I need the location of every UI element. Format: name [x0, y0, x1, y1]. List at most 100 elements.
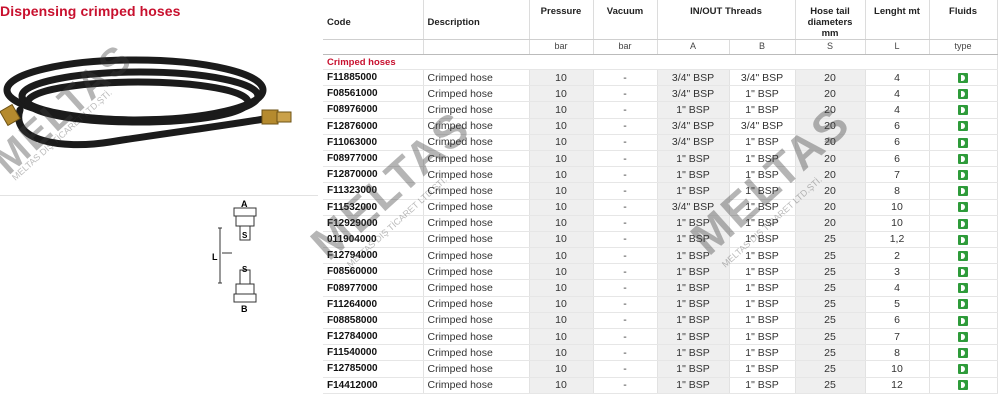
header-description: Description — [423, 0, 530, 40]
cell-fluid — [929, 101, 998, 119]
diesel-fluid-icon — [958, 153, 969, 164]
cell-thread-b: 1" BSP — [729, 360, 796, 378]
diesel-fluid-icon — [958, 380, 969, 391]
left-divider — [0, 195, 318, 196]
diagram-label-s-top: S — [242, 231, 248, 240]
cell-code: F11540000 — [323, 344, 424, 362]
cell-code: F08561000 — [323, 85, 424, 103]
cell-thread-b: 3/4" BSP — [729, 69, 796, 87]
cell-hose-tail: 20 — [795, 69, 866, 87]
cell-vacuum: - — [593, 263, 658, 281]
cell-length: 10 — [865, 215, 930, 232]
table-row: F12929000 Crimped hose 10-1" BSP 1" BSP 20 10 — [323, 215, 998, 232]
hose-product-image — [0, 56, 292, 149]
table-row: F12785000 Crimped hose 10-1" BSP 1" BSP 25 10 — [323, 360, 998, 378]
header-threads: IN/OUT Threads — [657, 0, 796, 40]
cell-length: 4 — [865, 69, 930, 87]
cell-length: 7 — [865, 166, 930, 184]
cell-hose-tail: 20 — [795, 215, 866, 232]
cell-thread-b: 1" BSP — [729, 166, 796, 184]
table-row: F12794000 Crimped hose 10-1" BSP 1" BSP 25 2 — [323, 247, 998, 265]
diagram-label-s-bottom: S — [242, 265, 248, 274]
cell-vacuum: - — [593, 69, 658, 87]
header-code: Code — [323, 0, 424, 40]
diesel-fluid-icon — [958, 283, 969, 294]
cell-thread-a: 1" BSP — [657, 279, 730, 297]
cell-hose-tail: 20 — [795, 166, 866, 184]
table-row: 011904000 Crimped hose 10-1" BSP 1" BSP 25 1,… — [323, 231, 998, 249]
cell-fluid — [929, 344, 998, 362]
diesel-fluid-icon — [958, 348, 969, 358]
cell-hose-tail: 25 — [795, 360, 866, 378]
table-row: F08560000 Crimped hose 10-1" BSP 1" BSP 25 3 — [323, 263, 998, 281]
cell-pressure: 10 — [529, 279, 594, 297]
cell-code: F08560000 — [323, 263, 424, 281]
cell-fluid — [929, 69, 998, 87]
cell-fluid — [929, 377, 998, 394]
cell-pressure: 10 — [529, 118, 594, 135]
header-hose-tail: Hose tail diameters mm — [795, 0, 866, 40]
diesel-fluid-icon — [958, 315, 969, 326]
cell-fluid — [929, 279, 998, 297]
cell-description: Crimped hose — [423, 247, 530, 265]
cell-fluid — [929, 215, 998, 232]
cell-hose-tail: 25 — [795, 296, 866, 313]
cell-fluid — [929, 360, 998, 378]
table-row: F12876000 Crimped hose 10-3/4" BSP 3/4" BSP… — [323, 118, 998, 135]
diesel-fluid-icon — [958, 331, 969, 342]
cell-description: Crimped hose — [423, 215, 530, 232]
cell-thread-b: 1" BSP — [729, 344, 796, 362]
cell-hose-tail: 25 — [795, 247, 866, 265]
cell-fluid — [929, 182, 998, 200]
cell-vacuum: - — [593, 279, 658, 297]
cell-code: F11264000 — [323, 296, 424, 313]
cell-length: 10 — [865, 360, 930, 378]
diagram-label-b: B — [241, 304, 248, 314]
cell-fluid — [929, 118, 998, 135]
cell-hose-tail: 20 — [795, 85, 866, 103]
subheader-s: S — [795, 39, 866, 55]
cell-code: F12876000 — [323, 118, 424, 135]
cell-vacuum: - — [593, 182, 658, 200]
subheader-a: A — [657, 39, 730, 55]
cell-description: Crimped hose — [423, 312, 530, 330]
table-row: F08976000 Crimped hose 10-1" BSP 1" BSP 20 4 — [323, 101, 998, 119]
cell-vacuum: - — [593, 344, 658, 362]
cell-description: Crimped hose — [423, 377, 530, 394]
cell-pressure: 10 — [529, 182, 594, 200]
cell-vacuum: - — [593, 328, 658, 346]
table-row: F08977000 Crimped hose 10-1" BSP 1" BSP 25 4 — [323, 279, 998, 297]
cell-hose-tail: 20 — [795, 150, 866, 168]
cell-thread-b: 3/4" BSP — [729, 118, 796, 135]
cell-code: F08976000 — [323, 101, 424, 119]
cell-pressure: 10 — [529, 199, 594, 216]
cell-length: 3 — [865, 263, 930, 281]
cell-description: Crimped hose — [423, 263, 530, 281]
cell-thread-a: 1" BSP — [657, 328, 730, 346]
diagram-label-l: L — [212, 252, 218, 262]
header-fluids: Fluids — [929, 0, 998, 40]
cell-length: 5 — [865, 296, 930, 313]
table-row: F08977000 Crimped hose 10-1" BSP 1" BSP 20 6 — [323, 150, 998, 168]
cell-thread-b: 1" BSP — [729, 377, 796, 394]
cell-code: F12870000 — [323, 166, 424, 184]
diesel-fluid-icon — [958, 186, 969, 197]
cell-thread-a: 1" BSP — [657, 166, 730, 184]
cell-pressure: 10 — [529, 344, 594, 362]
cell-length: 8 — [865, 182, 930, 200]
cell-fluid — [929, 263, 998, 281]
cell-thread-b: 1" BSP — [729, 150, 796, 168]
cell-pressure: 10 — [529, 328, 594, 346]
cell-pressure: 10 — [529, 150, 594, 168]
cell-vacuum: - — [593, 134, 658, 151]
cell-pressure: 10 — [529, 247, 594, 265]
cell-fluid — [929, 150, 998, 168]
cell-description: Crimped hose — [423, 134, 530, 151]
cell-thread-b: 1" BSP — [729, 101, 796, 119]
cell-thread-a: 1" BSP — [657, 344, 730, 362]
cell-pressure: 10 — [529, 166, 594, 184]
cell-description: Crimped hose — [423, 118, 530, 135]
cell-thread-b: 1" BSP — [729, 279, 796, 297]
subheader-pressure: bar — [529, 39, 594, 55]
cell-thread-a: 1" BSP — [657, 150, 730, 168]
